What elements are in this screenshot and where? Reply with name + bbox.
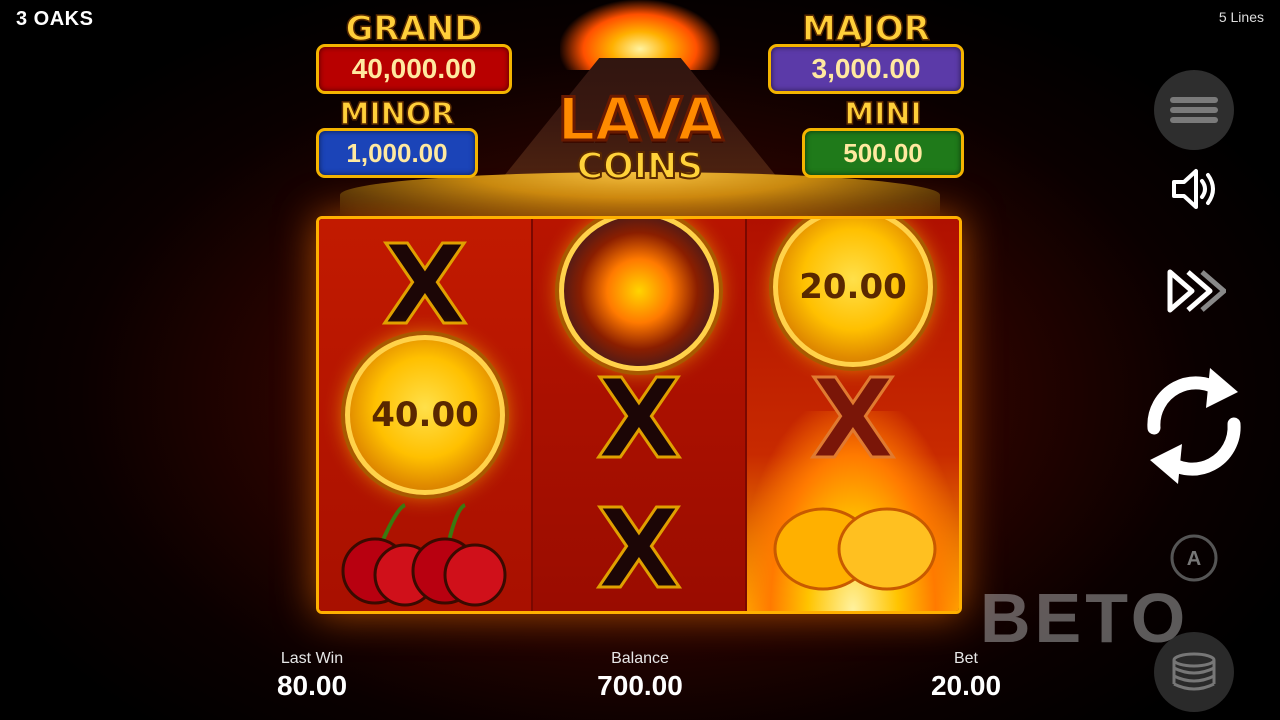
lemon-icon	[773, 507, 937, 591]
balance-panel: Balance 700.00	[540, 650, 740, 702]
spin-button[interactable]	[1134, 362, 1254, 490]
menu-button[interactable]	[1154, 70, 1234, 150]
balance-value: 700.00	[597, 670, 683, 701]
jackpot-major-value: 3,000.00	[768, 44, 964, 94]
coin-symbol: 40.00	[345, 335, 505, 495]
coin-symbol: 20.00	[773, 219, 933, 367]
jackpot-minor: MINOR 1,000.00	[316, 97, 478, 178]
menu-icon	[1170, 93, 1218, 127]
bet-value: 20.00	[930, 670, 1002, 701]
jackpot-grand-title: GRAND	[345, 9, 484, 49]
sound-icon	[1172, 169, 1215, 209]
x-symbol: X	[595, 355, 683, 483]
turbo-button[interactable]	[1166, 266, 1226, 316]
reel-grid: X 40.00 X X 20.00 X	[316, 216, 962, 614]
cherry-icon	[341, 503, 507, 607]
lemon-symbol	[763, 489, 943, 599]
autoplay-letter: A	[1187, 548, 1201, 570]
jackpot-major-title: MAJOR	[801, 9, 930, 49]
chips-icon	[1172, 652, 1216, 691]
lava-coin-symbol	[559, 219, 719, 371]
last-win-label: Last Win	[280, 650, 344, 667]
turbo-icon	[1167, 269, 1226, 313]
last-win-value: 80.00	[276, 670, 348, 701]
watermark: BETO	[980, 579, 1190, 657]
jackpot-minor-title: MINOR	[339, 97, 455, 132]
jackpot-major: MAJOR 3,000.00	[768, 9, 964, 94]
lines-indicator: 5 Lines	[1218, 9, 1264, 25]
jackpot-mini-value: 500.00	[802, 128, 964, 178]
reel-2: X X	[533, 219, 747, 611]
balance-label: Balance	[611, 650, 669, 667]
brand-logo: 3 OAKS	[16, 8, 94, 30]
logo-lava-text: LAVA	[556, 85, 725, 155]
game-logo: LAVA COINS	[540, 85, 740, 187]
reel-3: 20.00 X	[747, 219, 959, 611]
last-win-panel: Last Win 80.00	[212, 650, 412, 702]
jackpot-mini: MINI 500.00	[802, 97, 964, 178]
x-symbol: X	[595, 485, 683, 613]
jackpot-grand: GRAND 40,000.00	[316, 9, 512, 94]
spin-icon	[1147, 368, 1241, 484]
cherry-symbol	[335, 499, 515, 609]
reel-1: X 40.00	[319, 219, 533, 611]
sound-button[interactable]	[1168, 166, 1220, 212]
x-symbol: X	[381, 221, 469, 349]
jackpot-mini-title: MINI	[844, 97, 923, 132]
jackpot-minor-value: 1,000.00	[316, 128, 478, 178]
jackpot-grand-value: 40,000.00	[316, 44, 512, 94]
x-symbol: X	[809, 355, 897, 483]
